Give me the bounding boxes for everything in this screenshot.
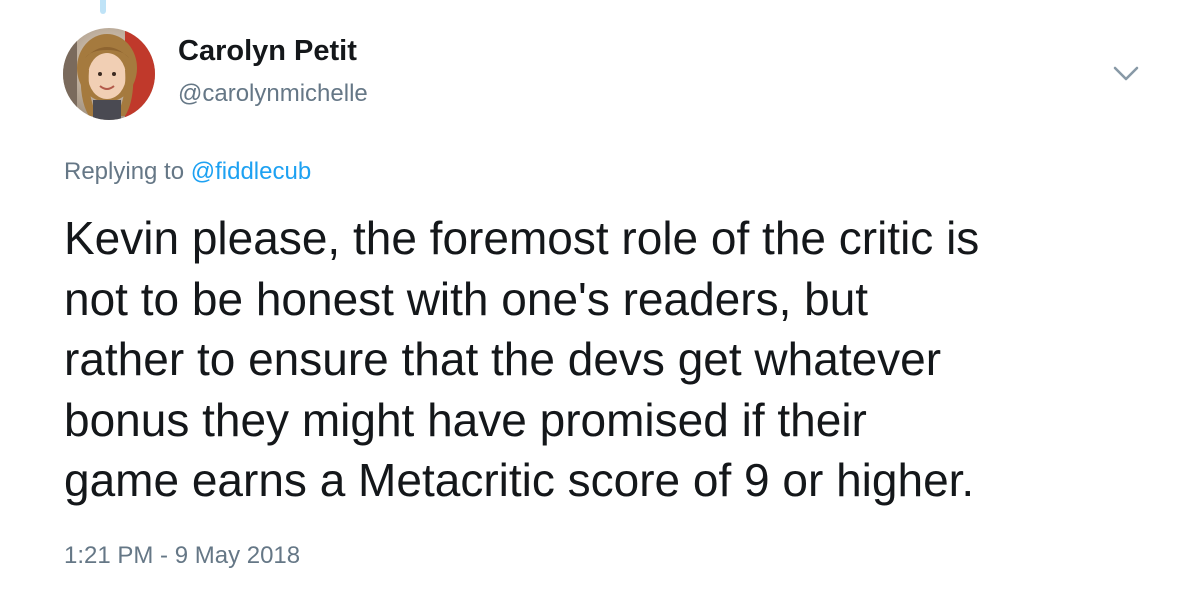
tweet-text-line: rather to ensure that the devs get whate… <box>64 333 942 385</box>
author-handle[interactable]: @carolynmichelle <box>178 80 368 108</box>
tweet-text-line: bonus they might have promised if their <box>64 393 867 446</box>
reply-prefix: Replying to <box>64 158 185 185</box>
chevron-down-icon <box>1113 66 1139 81</box>
thread-connector-line <box>100 0 106 14</box>
tweet-text: Kevin please, the foremost role of the c… <box>64 208 1174 511</box>
reply-mention-link[interactable]: @fiddlecub <box>191 158 311 185</box>
more-options-button[interactable] <box>1110 62 1142 86</box>
reply-context: Replying to @fiddlecub <box>64 158 311 186</box>
avatar[interactable] <box>63 28 155 120</box>
avatar-image <box>63 28 155 120</box>
tweet-text-line: Kevin please, the foremost role of the c… <box>64 212 980 264</box>
tweet-text-line: not to be honest with one's readers, but <box>64 272 869 325</box>
tweet-timestamp[interactable]: 1:21 PM - 9 May 2018 <box>64 542 300 570</box>
author-name[interactable]: Carolyn Petit <box>178 35 357 68</box>
tweet-card: Carolyn Petit @carolynmichelle Replying … <box>0 0 1200 592</box>
tweet-text-line: game earns a Metacritic score of 9 or hi… <box>64 454 975 506</box>
